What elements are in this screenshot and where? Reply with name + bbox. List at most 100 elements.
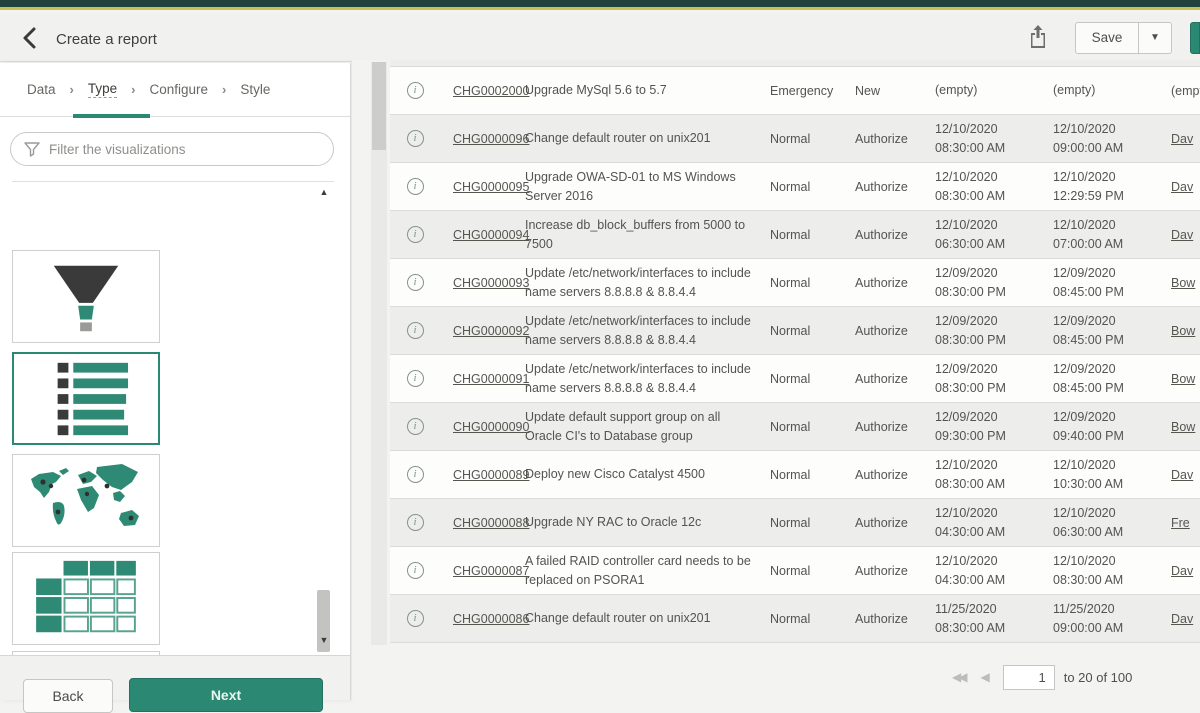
planned-start-cell: 12/10/2020 08:30:00 AM: [935, 168, 1053, 204]
info-icon[interactable]: i: [407, 130, 424, 147]
pagination: ◀◀ ◀ to 20 of 100: [952, 664, 1132, 690]
state-cell: Authorize: [855, 228, 935, 242]
assigned-to-link[interactable]: Dav: [1171, 132, 1193, 146]
state-cell: Authorize: [855, 324, 935, 338]
short-description-cell: Update /etc/network/interfaces to includ…: [525, 264, 770, 300]
change-number-link[interactable]: CHG0000087: [453, 564, 529, 578]
info-icon[interactable]: i: [407, 178, 424, 195]
info-icon[interactable]: i: [407, 82, 424, 99]
table-scrollbar[interactable]: [371, 62, 387, 645]
assigned-to-link[interactable]: Dav: [1171, 564, 1193, 578]
viz-tile-map[interactable]: [12, 454, 160, 547]
chevron-down-icon: ▼: [1150, 32, 1160, 43]
viz-tile-funnel[interactable]: [12, 250, 160, 343]
breadcrumb-chevron-icon: ›: [70, 82, 74, 97]
planned-start-cell: 12/09/2020 08:30:00 PM: [935, 264, 1053, 300]
assigned-to-link[interactable]: Dav: [1171, 180, 1193, 194]
scroll-down-icon[interactable]: ▼: [318, 635, 330, 645]
planned-end-cell: 11/25/2020 09:00:00 AM: [1053, 600, 1171, 636]
scroll-up-icon[interactable]: ▲: [318, 187, 330, 197]
first-page-icon[interactable]: ◀◀: [952, 670, 964, 684]
planned-end-cell: 12/10/2020 09:00:00 AM: [1053, 120, 1171, 156]
next-button[interactable]: Next: [129, 678, 323, 712]
change-number-link[interactable]: CHG0000090: [453, 420, 529, 434]
assigned-to-link[interactable]: Bow: [1171, 324, 1195, 338]
change-number-link[interactable]: CHG0000096: [453, 132, 529, 146]
wizard-breadcrumb: Data›Type›Configure›Style: [0, 63, 350, 117]
save-dropdown-button[interactable]: ▼: [1138, 22, 1172, 54]
share-export-icon[interactable]: [1026, 23, 1056, 53]
planned-end-cell: 12/10/2020 10:30:00 AM: [1053, 456, 1171, 492]
table-scrollbar-thumb[interactable]: [372, 62, 386, 150]
wizard-footer: Back Next: [0, 655, 350, 700]
save-button[interactable]: Save: [1075, 22, 1139, 54]
short-description-cell: Update /etc/network/interfaces to includ…: [525, 360, 770, 396]
planned-start-cell: 12/10/2020 04:30:00 AM: [935, 504, 1053, 540]
planned-start-cell: 12/10/2020 08:30:00 AM: [935, 456, 1053, 492]
info-icon[interactable]: i: [407, 322, 424, 339]
assigned-to-link[interactable]: Bow: [1171, 420, 1195, 434]
assigned-to-cell: (empty): [1171, 84, 1200, 98]
viz-tile-heatmap-table[interactable]: [12, 552, 160, 645]
assigned-to-cell: Fre: [1171, 516, 1200, 530]
change-number-link[interactable]: CHG0000086: [453, 612, 529, 626]
viz-tile-list[interactable]: [12, 352, 160, 445]
info-icon[interactable]: i: [407, 370, 424, 387]
filter-visualizations-input[interactable]: [10, 132, 334, 166]
planned-end-cell: 12/10/2020 08:30:00 AM: [1053, 552, 1171, 588]
priority-cell: Normal: [770, 564, 855, 578]
change-number-link[interactable]: CHG0000091: [453, 372, 529, 386]
assigned-to-link[interactable]: Bow: [1171, 372, 1195, 386]
table-row: i CHG0000093 Update /etc/network/interfa…: [390, 259, 1200, 307]
assigned-to-link[interactable]: Dav: [1171, 612, 1193, 626]
state-cell: Authorize: [855, 468, 935, 482]
info-icon[interactable]: i: [407, 418, 424, 435]
info-icon[interactable]: i: [407, 466, 424, 483]
back-chevron-icon[interactable]: [18, 25, 44, 51]
info-icon[interactable]: i: [407, 226, 424, 243]
change-number-link[interactable]: CHG0002000: [453, 84, 529, 98]
short-description-cell: A failed RAID controller card needs to b…: [525, 552, 770, 588]
info-icon[interactable]: i: [407, 274, 424, 291]
viz-list-scrollbar[interactable]: ▲ ▼: [315, 185, 333, 647]
info-icon[interactable]: i: [407, 610, 424, 627]
assigned-to-link[interactable]: Fre: [1171, 516, 1190, 530]
assigned-to-cell: Dav: [1171, 180, 1200, 194]
table-row: i CHG0000092 Update /etc/network/interfa…: [390, 307, 1200, 355]
change-number-link[interactable]: CHG0000095: [453, 180, 529, 194]
run-button-partial[interactable]: [1190, 22, 1200, 54]
assigned-to-link[interactable]: Dav: [1171, 468, 1193, 482]
change-number-link[interactable]: CHG0000088: [453, 516, 529, 530]
wizard-step-style[interactable]: Style: [240, 82, 270, 97]
page-number-input[interactable]: [1003, 665, 1055, 690]
state-cell: Authorize: [855, 420, 935, 434]
short-description-cell: Increase db_block_buffers from 5000 to 7…: [525, 216, 770, 252]
wizard-step-data[interactable]: Data: [27, 82, 56, 97]
back-button[interactable]: Back: [23, 679, 113, 713]
priority-cell: Normal: [770, 180, 855, 194]
planned-end-cell: (empty): [1053, 81, 1171, 99]
change-number-link[interactable]: CHG0000094: [453, 228, 529, 242]
assigned-to-link[interactable]: Dav: [1171, 228, 1193, 242]
pagination-range-label: to 20 of 100: [1064, 670, 1133, 685]
change-number-link[interactable]: CHG0000089: [453, 468, 529, 482]
change-number-link[interactable]: CHG0000092: [453, 324, 529, 338]
change-number-link[interactable]: CHG0000093: [453, 276, 529, 290]
info-icon[interactable]: i: [407, 514, 424, 531]
page-title: Create a report: [56, 31, 157, 48]
state-cell: Authorize: [855, 372, 935, 386]
info-icon[interactable]: i: [407, 562, 424, 579]
breadcrumb-chevron-icon: ›: [222, 82, 226, 97]
planned-start-cell: 12/09/2020 09:30:00 PM: [935, 408, 1053, 444]
priority-cell: Normal: [770, 516, 855, 530]
wizard-step-configure[interactable]: Configure: [150, 82, 209, 97]
table-row: i CHG0000089 Deploy new Cisco Catalyst 4…: [390, 451, 1200, 499]
assigned-to-link[interactable]: Bow: [1171, 276, 1195, 290]
previous-page-icon[interactable]: ◀: [980, 670, 986, 684]
wizard-step-type[interactable]: Type: [88, 81, 117, 98]
assigned-to-cell: Dav: [1171, 468, 1200, 482]
funnel-filter-icon: [23, 140, 41, 163]
short-description-cell: Update default support group on all Orac…: [525, 408, 770, 444]
state-cell: Authorize: [855, 564, 935, 578]
table-row: i CHG0000087 A failed RAID controller ca…: [390, 547, 1200, 595]
